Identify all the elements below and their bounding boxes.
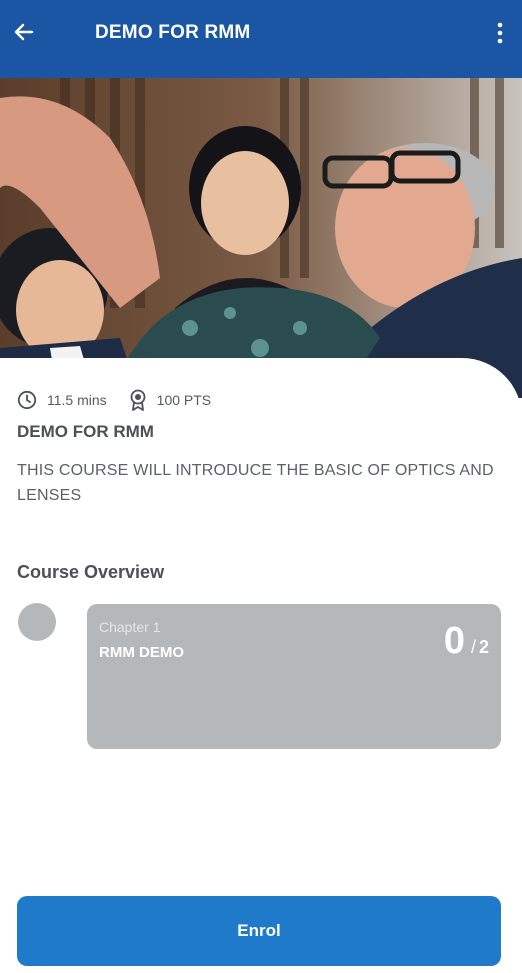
points-text: 100 PTS xyxy=(156,392,212,408)
award-icon xyxy=(130,389,146,411)
chapter-progress-total: 2 xyxy=(478,637,489,657)
course-meta: 11.5 mins 100 PTS xyxy=(17,389,233,411)
back-button[interactable] xyxy=(8,16,40,48)
chapter-status-indicator xyxy=(18,603,56,641)
chapter-label: Chapter 1 xyxy=(99,619,161,635)
duration-text: 11.5 mins xyxy=(47,392,107,408)
points: 100 PTS xyxy=(129,389,211,411)
enrol-button[interactable]: Enrol xyxy=(17,896,501,966)
course-overview-heading: Course Overview xyxy=(17,562,165,582)
chapter-progress-separator: / xyxy=(470,637,476,657)
chapter-card[interactable]: Chapter 1 RMM DEMO 0 / 2 xyxy=(87,604,501,749)
duration: 11.5 mins xyxy=(17,390,107,410)
more-options-button[interactable] xyxy=(488,16,512,50)
page-title: DEMO FOR RMM xyxy=(95,22,251,43)
more-vertical-icon xyxy=(497,22,503,44)
chapter-progress: 0 / 2 xyxy=(444,620,489,663)
app-bar: DEMO FOR RMM xyxy=(0,0,522,78)
course-title: DEMO FOR RMM xyxy=(17,422,154,441)
course-cover-image xyxy=(0,78,522,398)
course-description: THIS COURSE WILL INTRODUCE THE BASIC OF … xyxy=(17,462,494,504)
arrow-left-icon xyxy=(14,23,34,41)
chapter-name: RMM DEMO xyxy=(99,644,184,661)
clock-icon xyxy=(17,390,37,410)
course-details-card: 11.5 mins 100 PTS DEMO FOR RMM THIS COUR… xyxy=(0,358,522,973)
chapter-progress-completed: 0 xyxy=(443,620,465,662)
